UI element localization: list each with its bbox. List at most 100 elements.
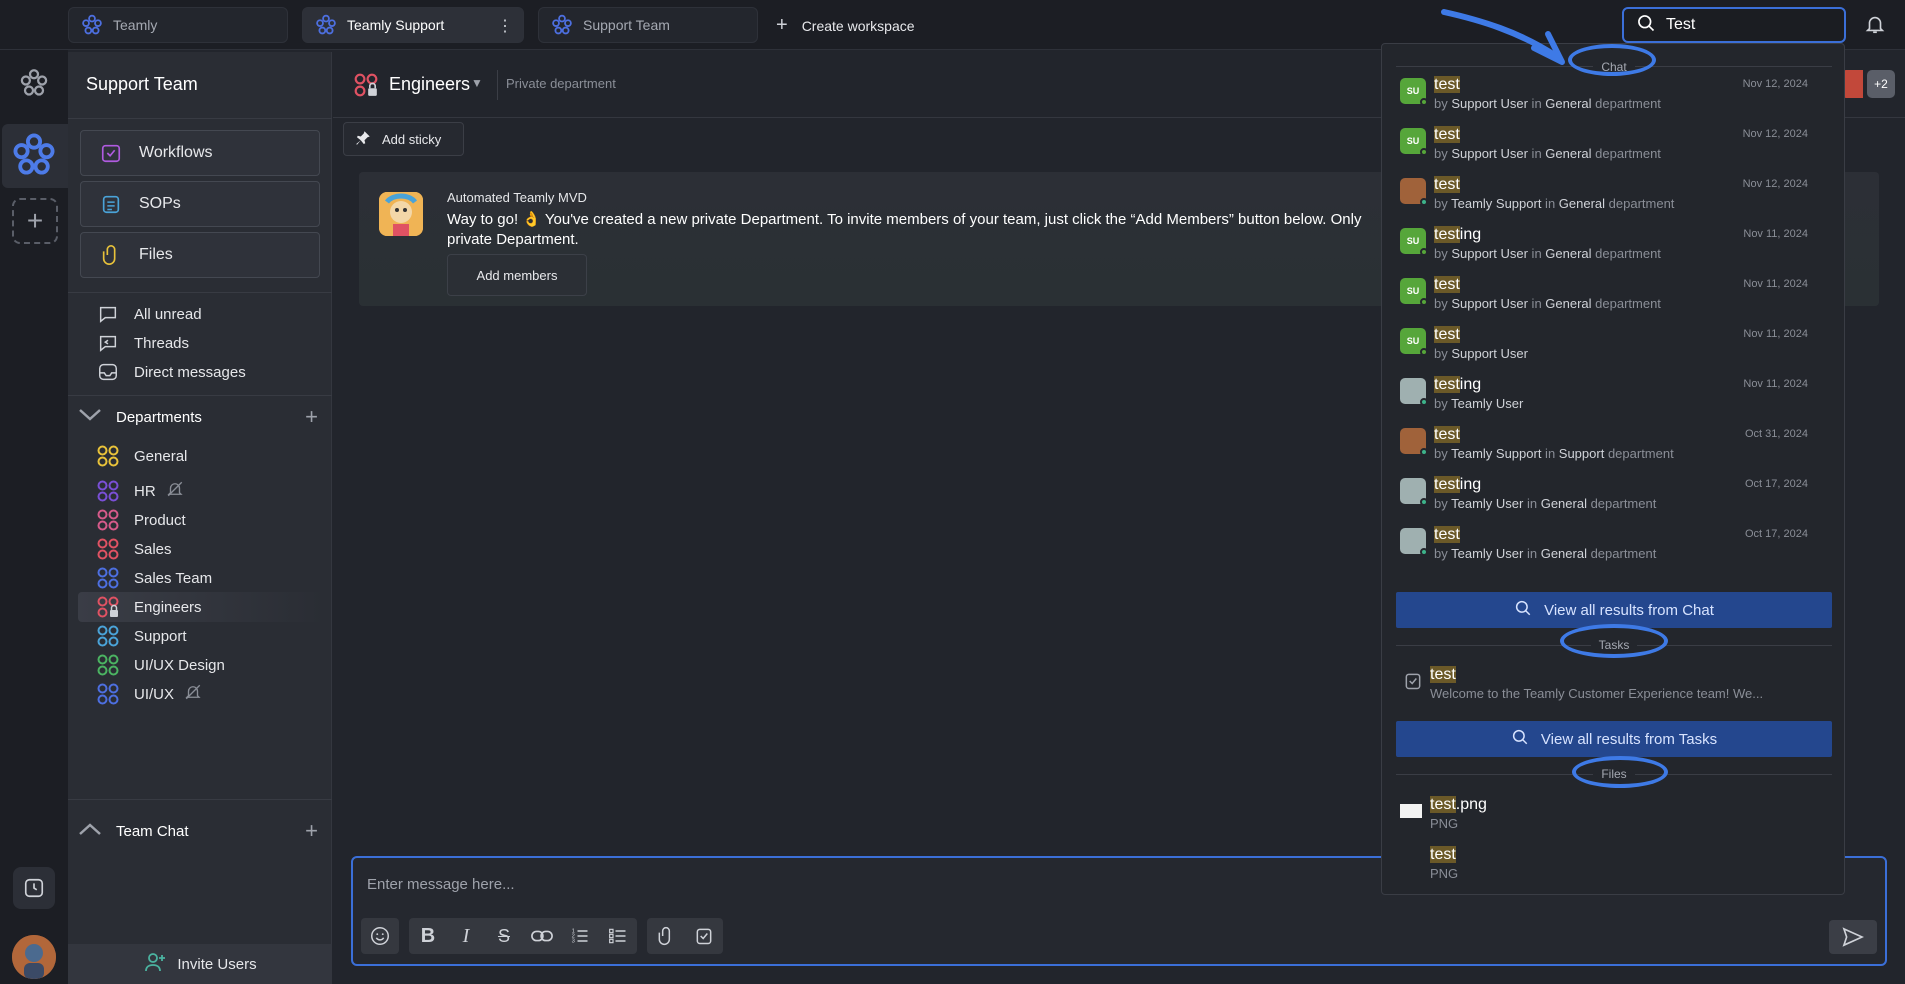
sidebar-title: Support Team: [86, 74, 198, 94]
add-workspace-button[interactable]: +: [12, 198, 58, 244]
department-ui-ux-design[interactable]: UI/UX Design: [96, 650, 324, 680]
department-engineers[interactable]: Engineers: [78, 592, 324, 622]
member-avatars[interactable]: +2: [1841, 70, 1895, 98]
sops-button[interactable]: SOPs: [80, 181, 320, 227]
department-label: UI/UX Design: [134, 656, 225, 674]
department-hr[interactable]: HR: [96, 476, 324, 506]
search-input[interactable]: [1666, 16, 1826, 34]
result-subtitle: PNG: [1430, 866, 1459, 881]
department-ui-ux[interactable]: UI/UX: [96, 679, 324, 709]
teamly-logo-icon: [313, 12, 339, 38]
format-group: B I S 123: [409, 918, 637, 954]
chevron-down-icon[interactable]: ▼: [471, 76, 483, 90]
file-result-item[interactable]: test.png PNG: [1396, 792, 1826, 840]
search-box[interactable]: [1622, 7, 1846, 43]
department-icon: [97, 509, 119, 531]
status-dot: [1420, 98, 1428, 106]
department-general[interactable]: General: [96, 441, 324, 471]
chat-result-item[interactable]: SU test by Support User in General departm…: [1396, 122, 1826, 170]
result-subtitle: by Support User in General department: [1434, 146, 1661, 161]
channel-name[interactable]: Engineers: [389, 74, 470, 95]
italic-icon[interactable]: I: [447, 918, 485, 954]
bell-icon[interactable]: [1864, 12, 1886, 41]
emoji-icon[interactable]: [361, 918, 399, 954]
department-product[interactable]: Product: [96, 505, 324, 535]
nav-threads[interactable]: Threads: [96, 331, 189, 355]
chat-result-item[interactable]: test by Teamly Support in General departm…: [1396, 172, 1826, 220]
paperclip-icon: [99, 243, 123, 267]
workspace-tab-teamly-support[interactable]: Teamly Support ⋮: [302, 7, 524, 43]
chat-result-item[interactable]: testing by Teamly User in General departm…: [1396, 472, 1826, 520]
status-dot: [1420, 298, 1428, 306]
invite-users-button[interactable]: Invite Users: [68, 944, 332, 984]
chat-result-item[interactable]: test by Teamly User in General department…: [1396, 522, 1826, 570]
clock-icon[interactable]: [13, 867, 55, 909]
add-team-chat-icon[interactable]: +: [305, 818, 318, 844]
workflows-button[interactable]: Workflows: [80, 130, 320, 176]
send-button[interactable]: [1829, 920, 1877, 954]
departments-section-header[interactable]: Departments +: [78, 404, 322, 429]
workspace-tab-label: Support Team: [583, 17, 670, 33]
add-members-button[interactable]: Add members: [447, 254, 587, 296]
task-result-item[interactable]: test Welcome to the Teamly Customer Expe…: [1396, 662, 1826, 710]
files-button[interactable]: Files: [80, 232, 320, 278]
more-vertical-icon[interactable]: ⋮: [497, 16, 513, 36]
bold-icon[interactable]: B: [409, 918, 447, 954]
department-icon: [97, 625, 119, 647]
file-result-item[interactable]: test PNG: [1396, 842, 1826, 890]
sops-icon: [99, 192, 123, 216]
bot-message-text: Way to go! 👌 You've created a new privat…: [447, 211, 1362, 248]
status-dot: [1420, 198, 1428, 206]
department-label: Sales Team: [134, 569, 213, 587]
department-label: Sales: [134, 540, 172, 558]
message-input[interactable]: Enter message here...: [367, 876, 515, 893]
result-subtitle: by Support User in General department: [1434, 296, 1661, 311]
emoji-group: [361, 918, 399, 954]
create-workspace-button[interactable]: + Create workspace: [776, 14, 915, 37]
result-date: Nov 12, 2024: [1742, 128, 1808, 140]
paperclip-icon[interactable]: [647, 918, 685, 954]
chat-result-item[interactable]: SU test by Support User Nov 11, 2024: [1396, 322, 1826, 370]
teamly-logo-icon: [79, 12, 105, 38]
workspace-support-team-icon[interactable]: [0, 132, 68, 178]
view-all-tasks-button[interactable]: View all results from Tasks: [1396, 721, 1832, 757]
bullet-list-icon[interactable]: [599, 918, 637, 954]
chat-result-item[interactable]: testing by Teamly User Nov 11, 2024: [1396, 372, 1826, 420]
workspace-tab-support-team[interactable]: Support Team: [538, 7, 758, 43]
chat-result-item[interactable]: SU test by Support User in General departm…: [1396, 72, 1826, 120]
divider: [68, 799, 332, 800]
view-all-chat-button[interactable]: View all results from Chat: [1396, 592, 1832, 628]
department-support[interactable]: Support: [96, 621, 324, 651]
user-avatar[interactable]: [12, 935, 56, 979]
result-date: Oct 17, 2024: [1745, 528, 1808, 540]
chat-result-item[interactable]: SU testing by Support User in General depa…: [1396, 222, 1826, 270]
team-chat-section-header[interactable]: Team Chat +: [78, 818, 322, 843]
workspace-tab-teamly[interactable]: Teamly: [68, 7, 288, 43]
result-date: Oct 17, 2024: [1745, 478, 1808, 490]
workflows-label: Workflows: [139, 144, 213, 161]
department-label: Product: [134, 511, 186, 529]
add-sticky-button[interactable]: Add sticky: [343, 122, 464, 156]
result-title: test: [1434, 76, 1460, 93]
bot-name: Automated Teamly MVD: [447, 190, 587, 205]
result-subtitle: by Teamly User in General department: [1434, 496, 1657, 511]
chat-result-item[interactable]: test by Teamly Support in Support departm…: [1396, 422, 1826, 470]
result-subtitle: by Teamly Support in General department: [1434, 196, 1675, 211]
chat-result-item[interactable]: SU test by Support User in General departm…: [1396, 272, 1826, 320]
add-department-icon[interactable]: +: [305, 404, 318, 430]
divider: [68, 292, 332, 293]
muted-bell-icon: [166, 480, 184, 502]
link-icon[interactable]: [523, 918, 561, 954]
search-results-dropdown: Chat SU test by Support User in General de…: [1381, 43, 1845, 895]
numbered-list-icon[interactable]: 123: [561, 918, 599, 954]
department-sales[interactable]: Sales: [96, 534, 324, 564]
workspace-teamly-icon[interactable]: [0, 68, 68, 98]
department-sales-team[interactable]: Sales Team: [96, 563, 324, 593]
task-icon[interactable]: [685, 918, 723, 954]
result-date: Nov 12, 2024: [1742, 178, 1808, 190]
divider: [68, 395, 332, 396]
result-title: testing: [1434, 376, 1482, 393]
strikethrough-icon[interactable]: S: [485, 918, 523, 954]
nav-all-unread[interactable]: All unread: [96, 302, 202, 326]
nav-direct-messages[interactable]: Direct messages: [96, 360, 246, 384]
